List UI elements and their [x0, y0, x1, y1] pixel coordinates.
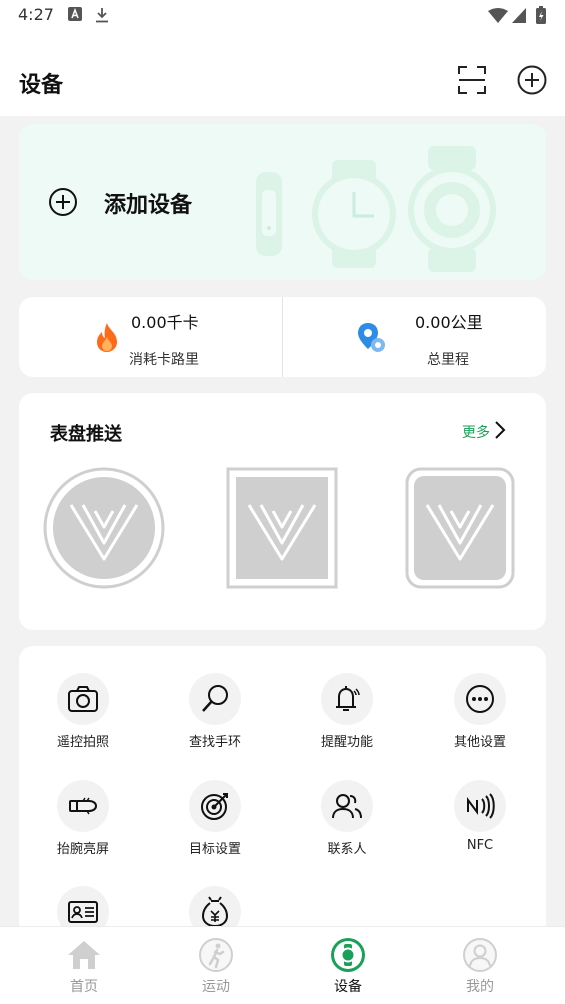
function-label: 其他设置 [453, 735, 506, 750]
function-label: 目标设置 [188, 842, 241, 857]
watch-face-card: 表盘推送 更多 [19, 393, 546, 630]
function-label: 抬腕亮屏 [56, 842, 109, 857]
function-label: 联系人 [327, 842, 367, 857]
download-icon [96, 8, 108, 23]
wifi-icon [488, 8, 508, 23]
remote-camera-item[interactable]: 遥控拍照 [28, 673, 138, 768]
calories-label: 消耗卡路里 [129, 352, 199, 368]
watch-icon [331, 938, 365, 972]
camera-icon [68, 686, 98, 712]
raise-wrist-item[interactable]: 抬腕亮屏 [28, 780, 138, 875]
status-time: 4:27 [18, 5, 54, 24]
nav-item-sport[interactable]: 运动 [150, 927, 282, 1004]
watch-face-rounded-square[interactable] [405, 467, 515, 589]
location-pin-icon [358, 323, 385, 352]
watch-face-round[interactable] [43, 467, 165, 589]
notification-a-icon [68, 7, 82, 21]
home-icon [68, 941, 100, 969]
distance-stat: 0.00公里 总里程 [283, 297, 546, 377]
function-label: 提醒功能 [320, 735, 373, 750]
chevron-right-icon[interactable] [494, 420, 506, 440]
devices-illustration [256, 146, 496, 272]
nfc-icon [467, 793, 495, 819]
battery-icon [536, 6, 546, 24]
add-device-label: 添加设备 [104, 193, 193, 218]
nfc-item[interactable]: NFC [425, 780, 535, 875]
magnifier-icon [202, 685, 228, 712]
function-label: 遥控拍照 [56, 735, 109, 750]
running-icon [199, 938, 233, 972]
distance-label: 总里程 [427, 352, 469, 368]
add-device-card[interactable]: 添加设备 [19, 124, 546, 280]
nav-label: 设备 [334, 979, 362, 995]
bell-icon [336, 686, 360, 711]
nav-label: 运动 [202, 979, 230, 995]
nav-label: 我的 [466, 979, 494, 995]
contacts-icon [332, 794, 362, 819]
function-label: 查找手环 [188, 735, 241, 750]
target-icon [201, 793, 228, 820]
distance-value: 0.00公里 [415, 313, 483, 332]
other-settings-item[interactable]: 其他设置 [425, 673, 535, 768]
add-icon[interactable] [516, 64, 548, 96]
more-link[interactable]: 更多 [462, 422, 490, 442]
find-band-item[interactable]: 查找手环 [160, 673, 270, 768]
money-bag-icon [201, 896, 229, 928]
calories-stat: 0.00千卡 消耗卡路里 [19, 297, 282, 377]
scan-icon[interactable] [456, 64, 488, 96]
reminders-item[interactable]: 提醒功能 [292, 673, 402, 768]
id-card-icon [68, 901, 98, 923]
watch-face-title: 表盘推送 [50, 424, 122, 445]
bottom-nav: 首页 运动 设备 我的 [0, 926, 565, 1004]
calories-value: 0.00千卡 [131, 313, 199, 332]
watch-face-square[interactable] [226, 467, 338, 589]
add-circle-icon [49, 188, 77, 216]
nav-item-device[interactable]: 设备 [282, 927, 414, 1004]
function-grid-card: 遥控拍照 查找手环 提醒功能 其他设置 抬腕亮屏 目标设置 联系人 NFC [19, 646, 546, 938]
stats-card: 0.00千卡 消耗卡路里 0.00公里 总里程 [19, 297, 546, 377]
cell-signal-icon [512, 8, 526, 23]
nav-label: 首页 [70, 979, 98, 995]
function-label: NFC [466, 838, 494, 853]
raise-wrist-icon [69, 797, 98, 815]
page-title: 设备 [19, 73, 64, 98]
more-dots-icon [466, 685, 494, 713]
nav-item-me[interactable]: 我的 [414, 927, 546, 1004]
profile-icon [463, 938, 497, 972]
contacts-item[interactable]: 联系人 [292, 780, 402, 875]
flame-icon [97, 323, 117, 352]
goal-settings-item[interactable]: 目标设置 [160, 780, 270, 875]
status-bar: 4:27 [0, 0, 565, 34]
top-app-bar: 设备 [0, 34, 565, 116]
nav-item-home[interactable]: 首页 [18, 927, 150, 1004]
